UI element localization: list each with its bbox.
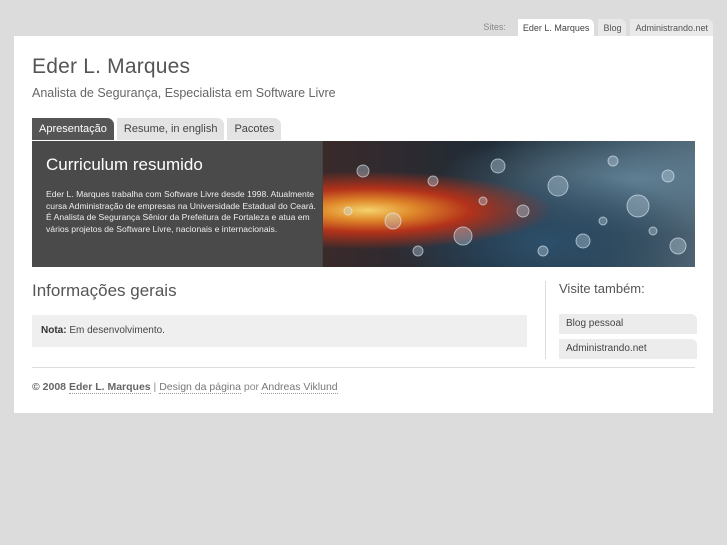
hero-banner: Curriculum resumido Eder L. Marques trab…	[32, 141, 695, 267]
footer: © 2008 Eder L. Marques | Design da págin…	[32, 381, 338, 394]
page-container: Eder L. Marques Analista de Segurança, E…	[14, 36, 713, 413]
footer-copyright: © 2008	[32, 381, 67, 393]
hero-body: Eder L. Marques trabalha com Software Li…	[46, 189, 316, 234]
sidebar-link-administrando[interactable]: Administrando.net	[559, 339, 697, 359]
tab-apresentacao[interactable]: Apresentação	[32, 118, 114, 140]
hero-text-panel: Curriculum resumido Eder L. Marques trab…	[32, 141, 322, 267]
main-heading: Informações gerais	[32, 281, 177, 300]
site-tab-blog[interactable]: Blog	[598, 19, 627, 36]
footer-author-link[interactable]: Eder L. Marques	[68, 381, 151, 394]
site-tab-administrando[interactable]: Administrando.net	[630, 19, 713, 36]
note-box: Nota: Em desenvolvimento.	[32, 315, 527, 347]
footer-separator: |	[150, 381, 160, 393]
site-title[interactable]: Eder L. Marques	[32, 55, 190, 79]
water-drops-graphic	[343, 155, 687, 257]
footer-by: por	[240, 381, 262, 393]
tab-pacotes[interactable]: Pacotes	[227, 118, 282, 140]
sidebar-heading: Visite também:	[559, 281, 645, 296]
note-label: Nota:	[41, 325, 67, 336]
sites-bar: Sites: Eder L. Marques Blog Administrand…	[483, 18, 713, 36]
main-nav: Apresentação Resume, in english Pacotes	[32, 118, 284, 140]
tab-resume[interactable]: Resume, in english	[116, 118, 225, 140]
sidebar: Visite também: Blog pessoal Administrand…	[559, 281, 697, 359]
footer-designer-link[interactable]: Andreas Viklund	[261, 381, 338, 394]
column-divider	[545, 281, 546, 359]
hero-title: Curriculum resumido	[46, 155, 203, 174]
note-text: Em desenvolvimento.	[66, 325, 165, 336]
main-content: Informações gerais Nota: Em desenvolvime…	[32, 281, 532, 347]
sites-label: Sites:	[483, 22, 506, 32]
site-subtitle: Analista de Segurança, Especialista em S…	[32, 86, 336, 100]
footer-divider	[32, 367, 695, 368]
site-tab-eder[interactable]: Eder L. Marques	[517, 19, 595, 36]
hero-image-water-drops	[323, 141, 695, 267]
footer-design-link[interactable]: Design da página	[159, 381, 241, 394]
sidebar-link-blog-pessoal[interactable]: Blog pessoal	[559, 314, 697, 334]
